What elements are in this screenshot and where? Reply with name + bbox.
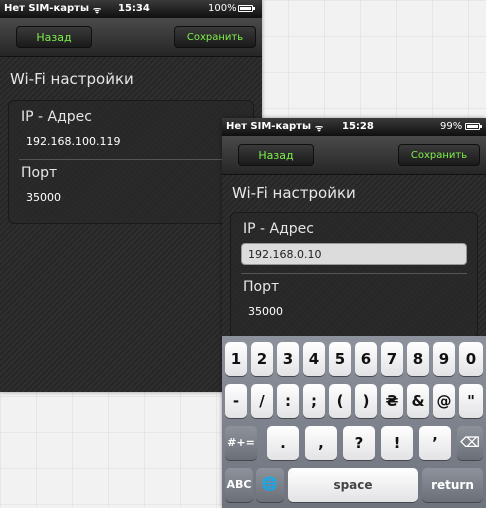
key-exclamation[interactable]: !: [381, 426, 413, 460]
back-button[interactable]: Назад: [16, 26, 92, 48]
wifi-icon: ᯤ: [315, 124, 324, 134]
key-ampersand[interactable]: &: [407, 384, 429, 418]
key-quote[interactable]: ": [459, 384, 483, 418]
settings-group: IP - Адрес 192.168.100.119 Порт 35000: [8, 100, 254, 224]
port-input[interactable]: 35000: [19, 187, 243, 207]
key-hryvnia[interactable]: ₴: [381, 384, 403, 418]
key-1[interactable]: 1: [225, 342, 247, 376]
page-title: Wi-Fi настройки: [232, 184, 356, 202]
key-colon[interactable]: :: [277, 384, 299, 418]
key-2[interactable]: 2: [251, 342, 273, 376]
key-minus[interactable]: -: [225, 384, 247, 418]
status-bar: Нет SIM-карты ᯤ 15:28 99%: [222, 118, 486, 136]
battery-icon: [465, 123, 482, 130]
key-7[interactable]: 7: [381, 342, 403, 376]
key-apostrophe[interactable]: ’: [419, 426, 451, 460]
key-comma[interactable]: ,: [305, 426, 337, 460]
globe-icon[interactable]: 🌐: [256, 468, 284, 502]
status-bar: Нет SIM-карты ᯤ 15:34 100%: [0, 0, 262, 18]
key-semicolon[interactable]: ;: [303, 384, 325, 418]
ip-input[interactable]: 192.168.0.10: [241, 243, 467, 265]
key-4[interactable]: 4: [303, 342, 325, 376]
key-open-paren[interactable]: (: [329, 384, 351, 418]
save-button[interactable]: Сохранить: [398, 144, 480, 166]
key-slash[interactable]: /: [251, 384, 273, 418]
nav-bar: Назад Сохранить: [0, 18, 262, 57]
port-label: Порт: [243, 279, 280, 295]
clock-label: 15:34: [118, 3, 150, 14]
key-3[interactable]: 3: [277, 342, 299, 376]
carrier-label: Нет SIM-карты: [4, 3, 89, 14]
nav-bar: Назад Сохранить: [222, 136, 486, 175]
key-more-symbols[interactable]: #+=: [225, 426, 257, 460]
port-label: Порт: [21, 165, 58, 181]
battery-percent: 100%: [208, 3, 237, 14]
battery-percent: 99%: [440, 121, 463, 132]
key-space[interactable]: space: [288, 468, 418, 502]
numeric-keyboard: 1 2 3 4 5 6 7 8 9 0 - / : ; ( ) ₴ & @ " …: [222, 336, 486, 508]
key-close-paren[interactable]: ): [355, 384, 377, 418]
key-0[interactable]: 0: [459, 342, 483, 376]
battery-icon: [238, 5, 255, 12]
divider: [19, 159, 243, 160]
key-6[interactable]: 6: [355, 342, 377, 376]
settings-group: IP - Адрес 192.168.0.10 Порт 35000: [230, 212, 478, 338]
port-input[interactable]: 35000: [241, 301, 467, 321]
carrier-label: Нет SIM-карты: [226, 121, 311, 132]
key-5[interactable]: 5: [329, 342, 351, 376]
ip-label: IP - Адрес: [21, 109, 92, 125]
front-phone-screen: Нет SIM-карты ᯤ 15:28 99% Назад Сохранит…: [222, 118, 486, 508]
backspace-icon[interactable]: ⌫: [457, 426, 483, 460]
key-abc[interactable]: ABC: [225, 468, 253, 502]
key-question[interactable]: ?: [343, 426, 375, 460]
key-at[interactable]: @: [433, 384, 455, 418]
key-9[interactable]: 9: [433, 342, 455, 376]
back-button[interactable]: Назад: [238, 144, 314, 166]
ip-label: IP - Адрес: [243, 221, 314, 237]
wifi-icon: ᯤ: [93, 6, 102, 16]
clock-label: 15:28: [342, 121, 374, 132]
key-period[interactable]: .: [267, 426, 299, 460]
key-return[interactable]: return: [422, 468, 483, 502]
page-title: Wi-Fi настройки: [10, 70, 134, 88]
save-button[interactable]: Сохранить: [174, 26, 256, 48]
ip-input[interactable]: 192.168.100.119: [19, 131, 243, 151]
divider: [241, 273, 467, 274]
key-8[interactable]: 8: [407, 342, 429, 376]
